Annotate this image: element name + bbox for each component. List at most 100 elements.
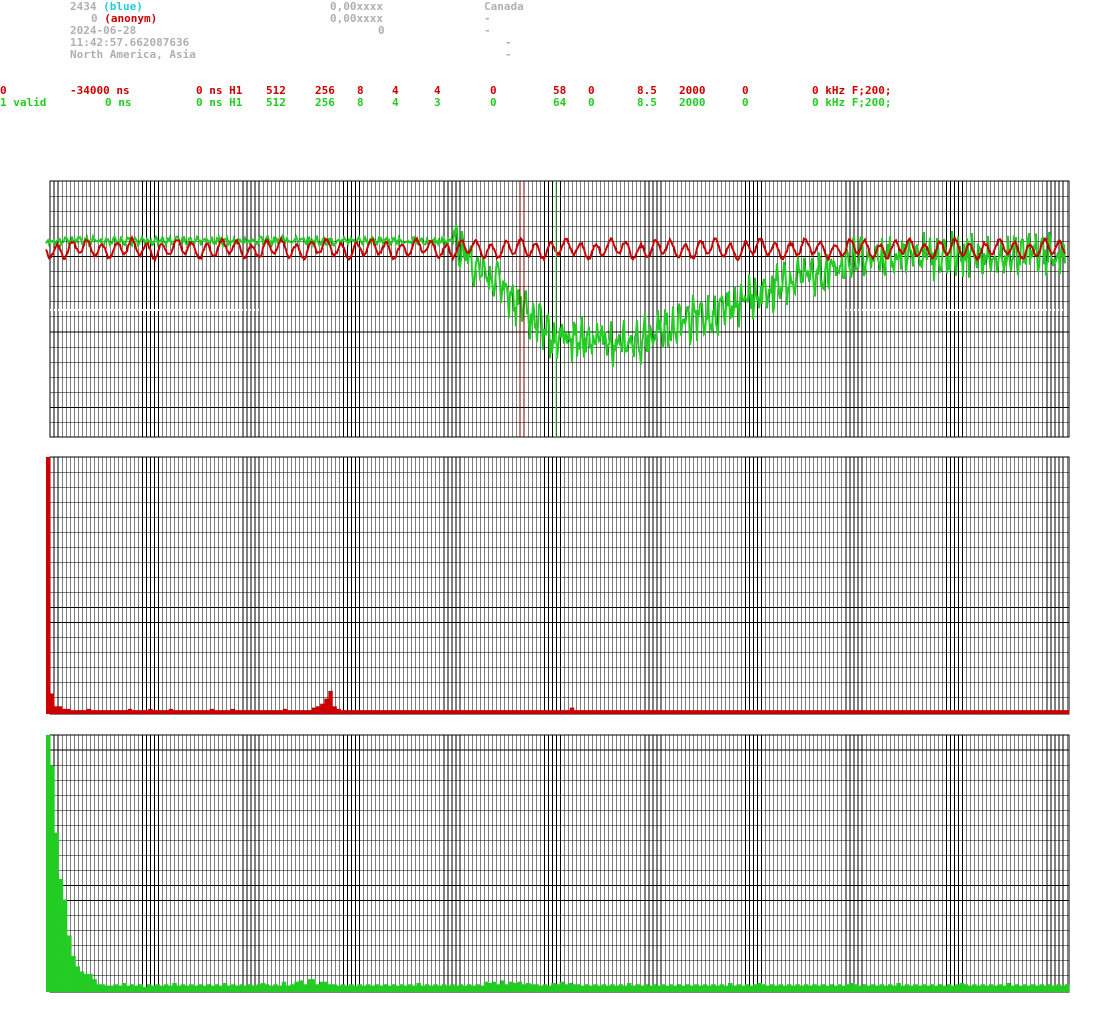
histogram-bar <box>54 706 59 714</box>
histogram-bar <box>176 985 182 993</box>
histogram-bar <box>1022 984 1028 992</box>
histogram-bar <box>62 708 67 714</box>
histogram-bar <box>601 984 607 992</box>
histogram-bar <box>715 985 720 993</box>
histogram-bar <box>786 984 792 992</box>
histogram-bar <box>420 985 426 993</box>
histogram-bar <box>946 710 951 714</box>
histogram-bar <box>901 710 906 714</box>
histogram-bar <box>827 710 832 714</box>
histogram-bar <box>717 710 722 714</box>
histogram-bar <box>955 984 960 992</box>
histogram-bar <box>917 985 922 993</box>
histogram-bar <box>1015 710 1021 714</box>
histogram-bar <box>185 710 190 714</box>
histogram-bar <box>984 985 990 993</box>
histogram-bar <box>291 710 296 714</box>
histogram-bar <box>148 708 153 714</box>
histogram-bar <box>180 984 186 992</box>
waveform-chart <box>45 180 1070 438</box>
histogram-bar <box>235 985 240 993</box>
histogram-bar <box>841 985 847 993</box>
histogram-bar <box>663 710 669 714</box>
histogram-bar <box>58 878 64 992</box>
histogram-bar <box>972 984 977 992</box>
histogram-bar <box>610 710 616 714</box>
histogram-bar <box>794 710 800 714</box>
histogram-bar <box>733 710 738 714</box>
histogram-bar <box>970 710 976 714</box>
histogram-bar <box>711 984 716 992</box>
histogram-bar <box>46 457 51 714</box>
histogram-bar <box>119 710 125 714</box>
histogram-bar <box>1056 984 1061 992</box>
histogram-bar <box>843 710 849 714</box>
histogram-bar <box>462 985 468 993</box>
histogram-bar <box>349 984 354 992</box>
histogram-bar <box>860 710 865 714</box>
histogram-bar <box>677 984 682 992</box>
histogram-bar <box>700 710 706 714</box>
histogram-bar <box>614 985 619 993</box>
histogram-bar <box>441 984 447 992</box>
histogram-bar <box>664 985 670 993</box>
histogram-bar <box>598 710 603 714</box>
histogram-bar <box>266 710 272 714</box>
histogram-bar <box>545 710 550 714</box>
histogram-bar <box>504 710 509 714</box>
histogram-bar <box>987 710 992 714</box>
histogram-bar <box>205 984 211 992</box>
histogram-bar <box>172 983 177 992</box>
histogram-bar <box>356 710 362 714</box>
histogram-bar <box>761 984 767 992</box>
histogram-bar <box>933 710 939 714</box>
histogram-bar <box>140 710 145 714</box>
histogram-bar <box>82 710 88 714</box>
histogram-bar <box>103 710 108 714</box>
histogram-bar <box>803 984 809 992</box>
histogram-bar <box>946 984 952 992</box>
histogram-bar <box>1052 985 1057 993</box>
histogram-bar <box>479 710 485 714</box>
histogram-bar <box>416 983 421 992</box>
histogram-bar <box>905 710 910 714</box>
histogram-bar <box>221 710 227 714</box>
histogram-bar <box>976 985 981 993</box>
histogram-bar <box>667 710 673 714</box>
histogram-bar <box>744 984 750 992</box>
histogram-bar <box>336 708 341 714</box>
histogram-bar <box>340 984 346 992</box>
histogram-bar <box>348 710 354 714</box>
histogram-bar <box>487 710 493 714</box>
histogram-bar <box>248 984 253 992</box>
histogram-bar <box>496 984 501 992</box>
histogram-bar <box>1052 710 1058 714</box>
histogram-bar <box>209 708 215 714</box>
histogram-bar <box>437 985 443 993</box>
histogram-bar <box>983 710 988 714</box>
histogram-bar <box>659 710 665 714</box>
histogram-bar <box>770 984 775 992</box>
histogram-bar <box>698 985 704 993</box>
histogram-bar <box>100 984 106 992</box>
histogram-bar <box>765 985 771 993</box>
histogram-bar <box>79 971 85 992</box>
histogram-bar <box>635 984 640 992</box>
histogram-bar <box>791 985 796 993</box>
histogram-bar <box>88 974 93 992</box>
histogram-bar <box>361 710 366 714</box>
histogram-bar <box>812 984 817 992</box>
histogram-bar <box>819 710 824 714</box>
histogram-bar <box>238 710 243 714</box>
histogram-bar <box>189 710 194 714</box>
histogram-bar <box>307 979 312 992</box>
histogram-bar <box>815 710 820 714</box>
histogram-bar <box>86 708 92 714</box>
histogram-bar <box>525 983 531 992</box>
histogram-bar <box>643 710 648 714</box>
histogram-bar <box>285 985 291 993</box>
histogram-bar <box>500 710 505 714</box>
histogram-bar <box>790 710 796 714</box>
histogram-bar <box>989 984 994 992</box>
histogram-bar <box>741 710 747 714</box>
